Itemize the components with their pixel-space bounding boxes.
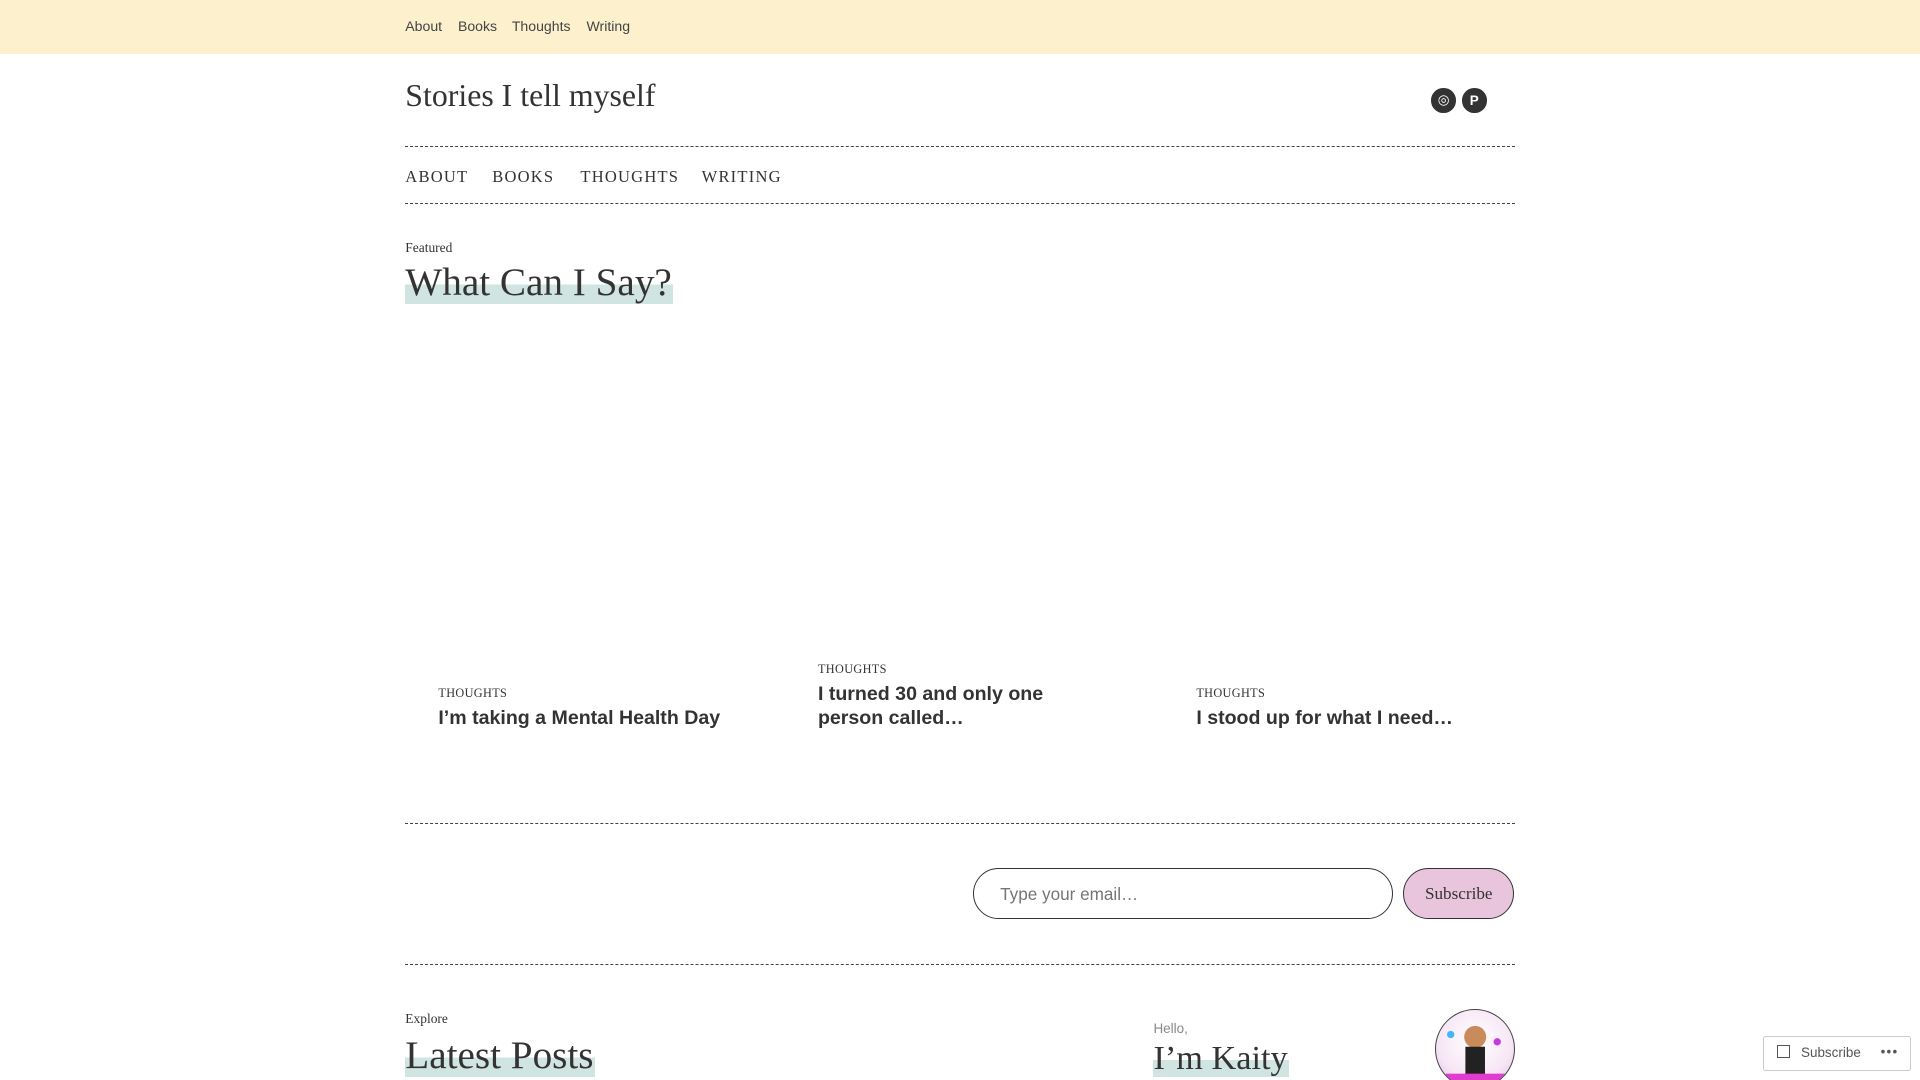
more-icon[interactable]: •••	[1881, 1044, 1899, 1059]
top-menu-writing[interactable]: Writing	[587, 18, 631, 34]
site-title[interactable]: Stories I tell myself	[405, 78, 655, 114]
nav-thoughts[interactable]: THOUGHTS	[580, 167, 679, 187]
about-title: I’m Kaity	[1153, 1038, 1289, 1077]
top-menu-books[interactable]: Books	[458, 18, 497, 34]
divider	[405, 963, 1515, 965]
latest-posts-title: Latest Posts	[405, 1033, 595, 1077]
avatar-illustration	[1445, 1025, 1505, 1080]
nav-about[interactable]: ABOUT	[405, 167, 468, 187]
post-title[interactable]: I’m taking a Mental Health Day	[438, 707, 756, 730]
divider	[405, 145, 1515, 147]
post-category[interactable]: THOUGHTS	[818, 662, 887, 677]
top-bar: About Books Thoughts Writing	[0, 0, 1920, 54]
post-title[interactable]: I turned 30 and only one person called…	[818, 683, 1063, 730]
post-title[interactable]: I stood up for what I need…	[1196, 707, 1514, 730]
about-title-text: I’m Kaity	[1153, 1038, 1289, 1077]
pinterest-icon[interactable]: P	[1462, 88, 1487, 113]
explore-kicker: Explore	[405, 1011, 448, 1027]
email-field-wrapper	[973, 868, 1394, 921]
instagram-icon[interactable]: ◎	[1431, 88, 1456, 113]
floating-subscribe-button[interactable]: Subscribe	[1801, 1045, 1861, 1060]
featured-kicker: Featured	[405, 240, 453, 255]
nav-books[interactable]: BOOKS	[492, 167, 554, 187]
nav-writing[interactable]: WRITING	[702, 167, 782, 187]
floating-subscribe-widget: Subscribe •••	[1763, 1035, 1911, 1071]
divider	[405, 822, 1515, 824]
top-menu-thoughts[interactable]: Thoughts	[512, 18, 571, 34]
latest-posts-text: Latest Posts	[405, 1033, 595, 1077]
email-input[interactable]	[997, 869, 1370, 921]
featured-title: What Can I Say?	[405, 261, 674, 305]
hello-kicker: Hello,	[1153, 1021, 1188, 1037]
divider	[405, 203, 1515, 205]
subscribe-button[interactable]: Subscribe	[1403, 868, 1515, 920]
reader-icon	[1776, 1045, 1790, 1058]
post-category[interactable]: THOUGHTS	[438, 686, 507, 701]
featured-title-text: What Can I Say?	[405, 261, 674, 305]
avatar	[1435, 1008, 1516, 1080]
top-menu-about[interactable]: About	[405, 18, 442, 34]
post-category[interactable]: THOUGHTS	[1196, 686, 1265, 701]
